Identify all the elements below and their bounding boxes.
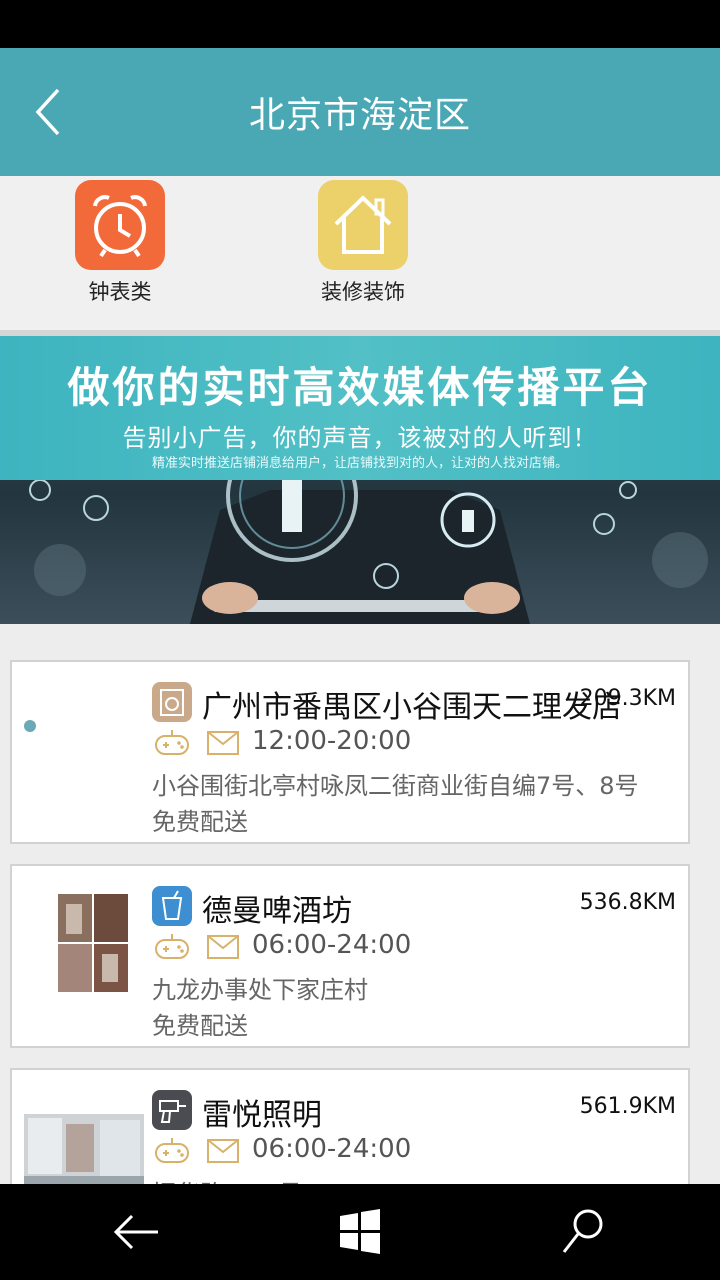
house-icon [318,180,408,270]
store-thumbnail [22,1084,150,1184]
category-clock[interactable]: 钟表类 [55,180,185,306]
store-thumbnail [22,676,150,826]
gamepad-icon [155,934,189,959]
status-bar [0,0,720,48]
category-grid: 钟表类 装修装饰 [0,176,720,330]
store-distance: 209.3KM [579,686,676,711]
store-name: 雷悦照明 [202,1098,322,1133]
banner-headline: 做你的实时高效媒体传播平台 [67,363,653,412]
store-card[interactable]: 雷悦照明 561.9KM 06:00-24:00 振华路20-4号 [10,1068,690,1184]
header-bar: 北京市海淀区 [0,48,720,176]
store-hours: 06:00-24:00 [252,1134,412,1164]
store-distance: 536.8KM [579,890,676,915]
drink-cup-icon [152,886,192,926]
store-name: 德曼啤酒坊 [202,894,352,929]
category-label: 钟表类 [88,280,152,304]
store-name: 广州市番禺区小谷围天二理发店 [202,690,622,725]
store-address: 振华路20-4号 [152,1174,302,1184]
store-hours: 12:00-20:00 [252,726,412,756]
store-card[interactable]: 广州市番禺区小谷围天二理发店 209.3KM 12:00-20:00 小谷围街北… [10,660,690,844]
mail-icon [207,731,239,755]
gamepad-icon [155,730,189,755]
search-icon[interactable] [556,1206,612,1258]
store-hours: 06:00-24:00 [252,930,412,960]
store-list[interactable]: 广州市番禺区小谷围天二理发店 209.3KM 12:00-20:00 小谷围街北… [0,624,720,1184]
banner-subheadline: 告别小广告，你的声音，该被对的人听到！ [122,424,598,452]
category-decoration[interactable]: 装修装饰 [298,180,428,306]
washing-machine-icon [152,682,192,722]
gamepad-icon [155,1138,189,1163]
store-address: 小谷围街北亭村咏凤二街商业街自编7号、8号 [152,772,639,800]
page-title: 北京市海淀区 [248,95,471,136]
promo-banner[interactable]: 做你的实时高效媒体传播平台 告别小广告，你的声音，该被对的人听到！ 精准实时推送… [0,336,720,624]
businessman-tablet-illustration [29,480,708,624]
store-address: 九龙办事处下家庄村 [152,976,368,1004]
banner-tagline: 精准实时推送店铺消息给用户，让店铺找到对的人，让对的人找对店铺。 [151,456,568,471]
store-distance: 561.9KM [579,1094,676,1119]
store-card[interactable]: 德曼啤酒坊 536.8KM 06:00-24:00 九龙办事处下家庄村 免费配送 [10,864,690,1048]
alarm-clock-icon [75,180,165,270]
category-label: 装修装饰 [321,280,405,304]
system-nav-bar [0,1184,720,1280]
windows-start-icon[interactable] [332,1206,388,1258]
delivery-label: 免费配送 [152,808,248,836]
mail-icon [207,1139,239,1163]
delivery-label: 免费配送 [152,1012,248,1040]
mail-icon [207,935,239,959]
drill-icon [152,1090,192,1130]
store-thumbnail [22,880,150,1030]
back-icon[interactable] [108,1206,164,1258]
